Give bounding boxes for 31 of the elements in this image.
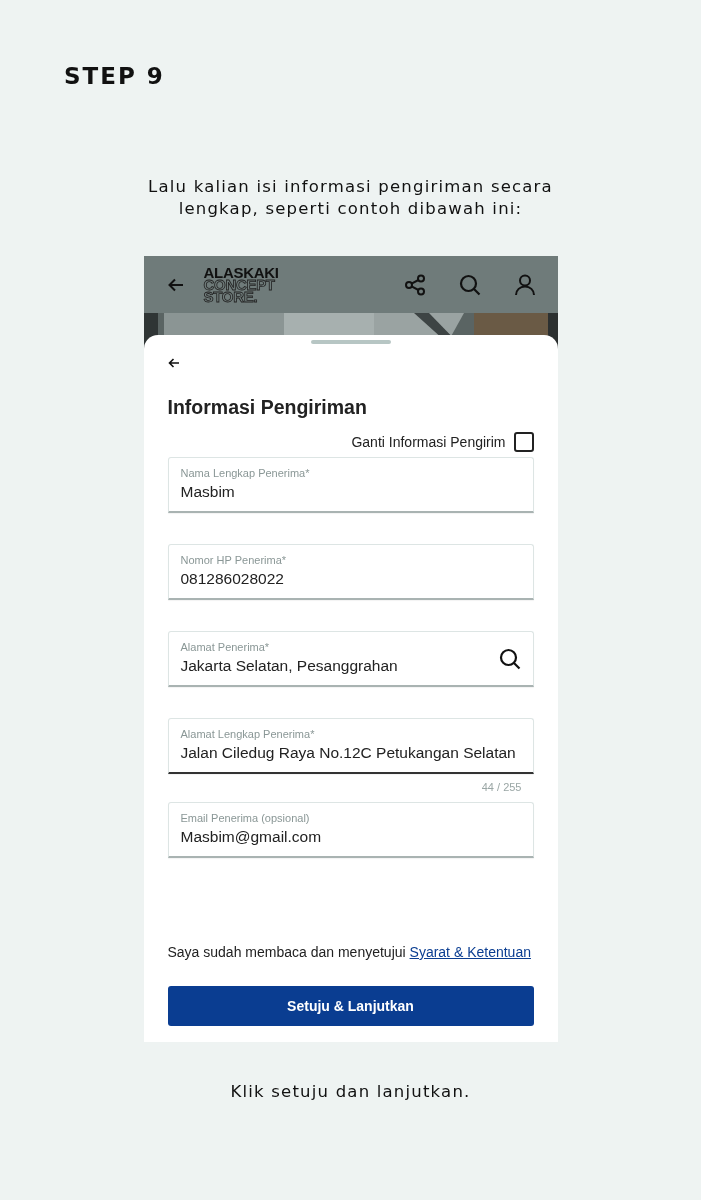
- checkbox[interactable]: [513, 432, 534, 452]
- step-title: STEP 9: [64, 62, 165, 90]
- field-label: Alamat Lengkap Penerima*: [180, 727, 315, 741]
- input-field[interactable]: Nomor HP Penerima* 081286028022: [167, 544, 534, 600]
- input-field[interactable]: Alamat Penerima* Jakarta Selatan, Pesanggrahan: [167, 631, 534, 687]
- field-value: Masbim@gmail.com: [180, 827, 322, 847]
- sheet-title: Informasi Pengiriman: [167, 395, 368, 419]
- share-icon[interactable]: [403, 273, 426, 296]
- caption-text: Klik setuju dan lanjutkan.: [230, 1082, 471, 1101]
- back-icon[interactable]: [167, 358, 180, 368]
- field-label: Nama Lengkap Penerima*: [180, 466, 310, 480]
- input-field[interactable]: Nama Lengkap Penerima* Masbim: [167, 457, 534, 513]
- input-field[interactable]: Email Penerima (opsional) Masbim@gmail.com: [167, 802, 534, 858]
- input-field[interactable]: Alamat Lengkap Penerima* Jalan Ciledug Raya No.12C Petukangan Selatan: [167, 718, 534, 774]
- field-label: Nomor HP Penerima*: [180, 553, 287, 567]
- field-value: Jalan Ciledug Raya No.12C Petukangan Selatan: [180, 743, 516, 763]
- terms-link[interactable]: Syarat & Ketentuan: [409, 944, 531, 960]
- terms-text: Saya sudah membaca dan menyetujui Syarat & Ketentuan: [167, 943, 532, 962]
- account-icon[interactable]: [513, 273, 536, 296]
- store-logo: ALASKAKI CONCEPT STORE.: [203, 266, 279, 303]
- field-value: Jakarta Selatan, Pesanggrahan: [180, 656, 398, 676]
- drag-handle[interactable]: [310, 340, 391, 344]
- field-value: Masbim: [180, 482, 235, 502]
- search-icon[interactable]: [498, 648, 521, 670]
- field-label: Email Penerima (opsional): [180, 811, 310, 825]
- checkbox-label: Ganti Informasi Pengirim: [351, 434, 506, 450]
- character-counter: 44 / 255: [481, 780, 522, 794]
- instruction-text: Lalu kalian isi informasi pengiriman secara lengkap, seperti contoh dibawah ini:: [147, 176, 554, 220]
- agree-continue-button[interactable]: Setuju & Lanjutkan: [167, 986, 534, 1026]
- field-value: 081286028022: [180, 569, 284, 589]
- field-label: Alamat Penerima*: [180, 640, 270, 654]
